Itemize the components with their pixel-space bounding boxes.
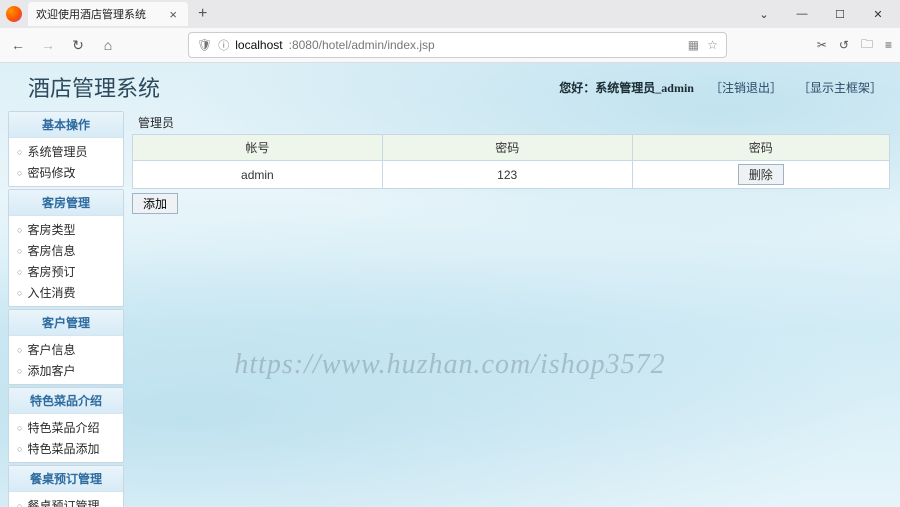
menu-group-dish: 特色菜品介绍 特色菜品介绍 特色菜品添加: [8, 387, 124, 463]
sidebar-item-password[interactable]: 密码修改: [9, 162, 123, 183]
sidebar-item-roominfo[interactable]: 客房信息: [9, 240, 123, 261]
minimize-button[interactable]: ―: [784, 2, 820, 26]
sidebar-item-label: 客房信息: [27, 242, 75, 259]
browser-toolbar: ← → ↻ ⌂ 🛡 ⓘ localhost :8080/hotel/admin/i…: [0, 28, 900, 62]
menu-header: 餐桌预订管理: [9, 466, 123, 492]
menu-header: 基本操作: [9, 112, 123, 138]
qr-icon[interactable]: ▦: [688, 38, 699, 52]
sidebar-item-label: 入住消费: [27, 284, 75, 301]
app-body: 基本操作 系统管理员 密码修改 客房管理 客房类型 客房信息 客房预订 入住消费…: [0, 111, 900, 507]
firefox-icon: [6, 6, 22, 22]
back-button[interactable]: ←: [8, 37, 28, 53]
show-frame-link[interactable]: ［显示主框架］: [798, 79, 882, 96]
col-password: 密码: [382, 135, 632, 161]
browser-tab[interactable]: 欢迎使用酒店管理系统 ×: [28, 2, 188, 26]
menu-group-tablebook: 餐桌预订管理 餐桌预订管理 餐桌预订添加: [8, 465, 124, 507]
menu-icon[interactable]: ≡: [885, 38, 892, 52]
admin-table: 帐号 密码 密码 admin 123 删除: [132, 134, 890, 189]
window-controls: ⌄ ― ☐ ✕: [746, 2, 900, 26]
sidebar-item-checkin[interactable]: 入住消费: [9, 282, 123, 303]
sidebar-item-tablebookmgr[interactable]: 餐桌预订管理: [9, 495, 123, 507]
insecure-icon: ⓘ: [218, 37, 229, 53]
table-row: admin 123 删除: [133, 161, 890, 189]
col-account: 帐号: [133, 135, 383, 161]
sidebar-item-roomtype[interactable]: 客房类型: [9, 219, 123, 240]
sidebar-item-dishadd[interactable]: 特色菜品添加: [9, 438, 123, 459]
menu-group-customer: 客户管理 客户信息 添加客户: [8, 309, 124, 385]
new-tab-button[interactable]: +: [188, 5, 217, 23]
welcome-block: 您好：系统管理员_admin ［注销退出］ ［显示主框架］: [559, 79, 882, 96]
undo-icon[interactable]: ↺: [839, 38, 849, 52]
address-bar[interactable]: 🛡 ⓘ localhost :8080/hotel/admin/index.jsp…: [188, 32, 727, 58]
add-button[interactable]: 添加: [132, 193, 178, 214]
menu-header: 客房管理: [9, 190, 123, 216]
browser-chrome: 欢迎使用酒店管理系统 × + ⌄ ― ☐ ✕ ← → ↻ ⌂ 🛡 ⓘ local…: [0, 0, 900, 63]
bookmark-star-icon[interactable]: ☆: [707, 38, 718, 52]
sidebar-item-custinfo[interactable]: 客户信息: [9, 339, 123, 360]
maximize-button[interactable]: ☐: [822, 2, 858, 26]
url-host: localhost: [235, 38, 282, 52]
menu-header: 特色菜品介绍: [9, 388, 123, 414]
delete-button[interactable]: 删除: [738, 164, 784, 185]
sidebar-item-custadd[interactable]: 添加客户: [9, 360, 123, 381]
sidebar-item-label: 密码修改: [27, 164, 75, 181]
sidebar-item-label: 特色菜品介绍: [27, 419, 99, 436]
sidebar-item-roombook[interactable]: 客房预订: [9, 261, 123, 282]
sidebar-item-sysadmin[interactable]: 系统管理员: [9, 141, 123, 162]
cell-action: 删除: [632, 161, 889, 189]
logout-link[interactable]: ［注销退出］: [710, 79, 782, 96]
col-action: 密码: [632, 135, 889, 161]
menu-group-basic: 基本操作 系统管理员 密码修改: [8, 111, 124, 187]
sidebar-item-label: 添加客户: [27, 362, 75, 379]
sidebar-item-label: 特色菜品添加: [27, 440, 99, 457]
save-icon[interactable]: 🗀: [861, 35, 873, 56]
sidebar-item-label: 客房类型: [27, 221, 75, 238]
menu-group-room: 客房管理 客房类型 客房信息 客房预订 入住消费: [8, 189, 124, 307]
screenshot-icon[interactable]: ✂: [817, 38, 827, 52]
greeting-user: 系统管理员_admin: [595, 81, 694, 95]
shield-icon: 🛡: [197, 38, 212, 52]
app-viewport: https://www.huzhan.com/ishop3572 酒店管理系统 …: [0, 63, 900, 507]
sidebar: 基本操作 系统管理员 密码修改 客房管理 客房类型 客房信息 客房预订 入住消费…: [8, 111, 124, 507]
tab-bar: 欢迎使用酒店管理系统 × + ⌄ ― ☐ ✕: [0, 0, 900, 28]
sidebar-item-label: 系统管理员: [27, 143, 87, 160]
sidebar-item-label: 客房预订: [27, 263, 75, 280]
forward-button[interactable]: →: [38, 37, 58, 53]
chevron-down-icon[interactable]: ⌄: [746, 2, 782, 26]
tab-title: 欢迎使用酒店管理系统: [36, 6, 146, 22]
menu-header: 客户管理: [9, 310, 123, 336]
greeting-label: 您好：: [559, 81, 595, 95]
greeting: 您好：系统管理员_admin: [559, 79, 694, 96]
close-window-button[interactable]: ✕: [860, 2, 896, 26]
cell-password: 123: [382, 161, 632, 189]
app-header: 酒店管理系统 您好：系统管理员_admin ［注销退出］ ［显示主框架］: [0, 63, 900, 111]
close-tab-icon[interactable]: ×: [166, 7, 180, 22]
main-panel: 管理员 帐号 密码 密码 admin 123 删除: [132, 111, 898, 507]
reload-button[interactable]: ↻: [68, 37, 88, 54]
app-title: 酒店管理系统: [28, 71, 160, 103]
panel-title: 管理员: [132, 111, 890, 134]
sidebar-item-dishinfo[interactable]: 特色菜品介绍: [9, 417, 123, 438]
sidebar-item-label: 客户信息: [27, 341, 75, 358]
url-path: :8080/hotel/admin/index.jsp: [289, 38, 435, 52]
home-button[interactable]: ⌂: [98, 37, 118, 53]
cell-account: admin: [133, 161, 383, 189]
